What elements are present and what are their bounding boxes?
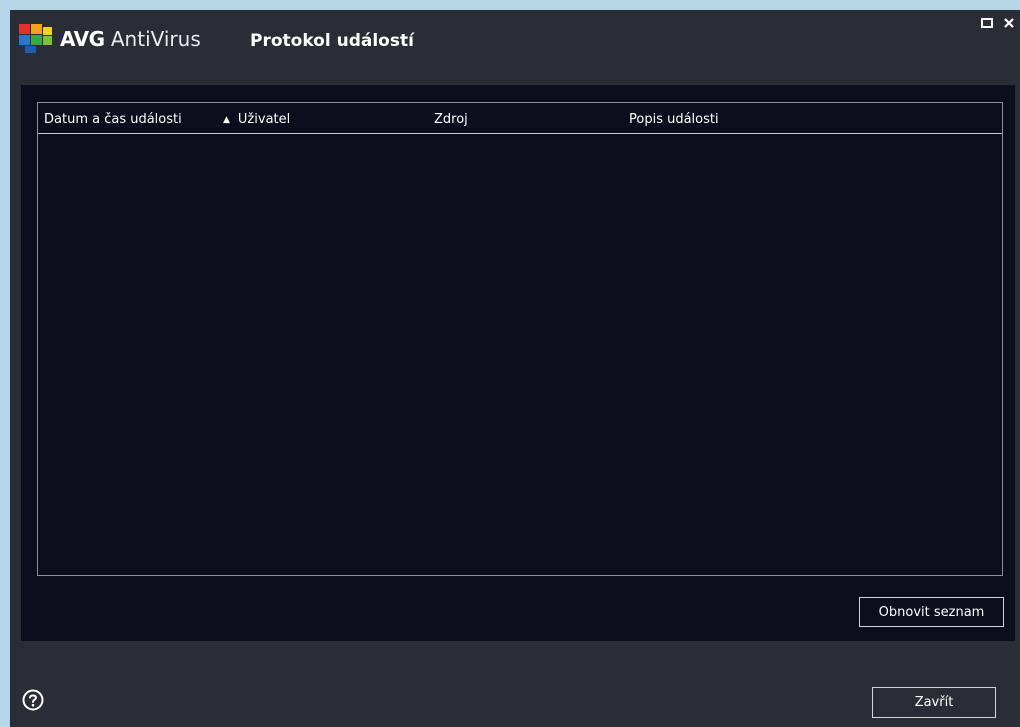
column-header-label: Datum a čas události xyxy=(44,112,182,127)
content-panel: Datum a čas události ▲ Uživatel Zdroj Pop… xyxy=(21,85,1015,641)
close-window-button[interactable] xyxy=(1002,16,1016,30)
column-header-label: Uživatel xyxy=(237,112,291,127)
column-header-user[interactable]: ▲ Uživatel xyxy=(223,112,290,128)
window-title: Protokol událostí xyxy=(250,31,414,51)
refresh-list-button[interactable]: Obnovit seznam xyxy=(859,597,1004,627)
column-header-label: Popis události xyxy=(629,112,719,127)
close-button[interactable]: Zavřít xyxy=(872,687,996,718)
column-header-description[interactable]: Popis události xyxy=(629,112,719,128)
event-table[interactable]: Datum a čas události ▲ Uživatel Zdroj Pop… xyxy=(37,102,1003,576)
close-icon xyxy=(1004,18,1014,28)
column-header-datetime[interactable]: Datum a čas události xyxy=(44,112,182,128)
app-brand: AVG AntiVirus xyxy=(60,27,201,51)
restore-button[interactable] xyxy=(980,16,994,30)
brand-light: AntiVirus xyxy=(104,27,201,51)
avg-logo-icon xyxy=(19,24,52,53)
column-header-label: Zdroj xyxy=(434,112,468,127)
table-header: Datum a čas události ▲ Uživatel Zdroj Pop… xyxy=(38,103,1002,134)
brand-bold: AVG xyxy=(60,27,105,51)
title-bar: AVG AntiVirus Protokol událostí xyxy=(10,10,1020,76)
sort-ascending-icon: ▲ xyxy=(223,115,230,125)
help-icon[interactable] xyxy=(22,689,44,711)
column-header-source[interactable]: Zdroj xyxy=(434,112,468,128)
event-log-window: AVG AntiVirus Protokol událostí Datum a … xyxy=(10,10,1020,727)
restore-icon xyxy=(981,18,993,28)
